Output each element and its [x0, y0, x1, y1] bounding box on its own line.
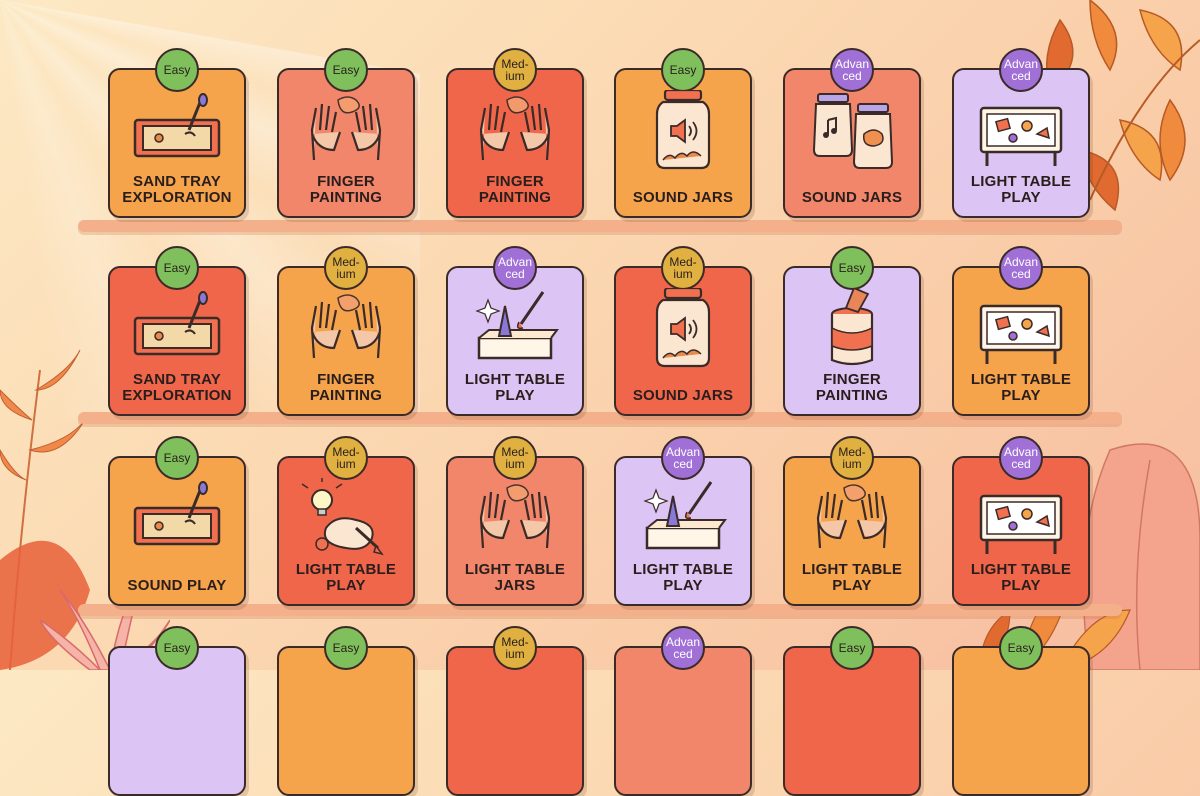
hands-icon: [465, 90, 565, 170]
difficulty-badge: Med-ium: [493, 436, 537, 480]
difficulty-badge: Med-ium: [324, 436, 368, 480]
activity-card[interactable]: Advan ced: [614, 626, 752, 796]
none-icon: [465, 668, 565, 748]
activity-card[interactable]: Advan ced LIGHT TABLE PLAY: [614, 436, 752, 606]
difficulty-badge: Easy: [830, 246, 874, 290]
hands-icon: [296, 288, 396, 368]
sandtray-icon: [127, 90, 227, 170]
activity-label: LIGHT TABLE PLAY: [970, 371, 1072, 404]
difficulty-badge: Med-ium: [324, 246, 368, 290]
sandtray-icon: [127, 478, 227, 558]
activity-label: FINGER PAINTING: [309, 173, 383, 206]
activity-label: LIGHT TABLE PLAY: [295, 561, 397, 594]
difficulty-badge: Easy: [830, 626, 874, 670]
difficulty-badge: Med-ium: [493, 48, 537, 92]
difficulty-badge: Advan ced: [493, 246, 537, 290]
difficulty-badge: Easy: [155, 626, 199, 670]
sandtray-icon: [127, 288, 227, 368]
activity-card[interactable]: Easy: [952, 626, 1090, 796]
difficulty-badge: Advan ced: [661, 436, 705, 480]
activity-label: SOUND JARS: [632, 387, 734, 404]
none-icon: [802, 668, 902, 748]
lighttable-icon: [971, 478, 1071, 558]
hands-icon: [296, 90, 396, 170]
activity-card[interactable]: Advan ced LIGHT TABLE PLAY: [952, 48, 1090, 218]
activity-label: SAND TRAY EXPLORATION: [122, 371, 232, 404]
leaves-left-decoration: [0, 349, 90, 670]
activity-card[interactable]: Med-ium: [446, 626, 584, 796]
difficulty-badge: Med-ium: [830, 436, 874, 480]
activity-label: LIGHT TABLE PLAY: [464, 371, 566, 404]
none-icon: [971, 668, 1071, 748]
hands-icon: [465, 478, 565, 558]
activity-card[interactable]: Med-ium FINGER PAINTING: [446, 48, 584, 218]
difficulty-badge: Easy: [324, 626, 368, 670]
activity-card[interactable]: Easy SAND TRAY EXPLORATION: [108, 246, 246, 416]
box-icon: [633, 478, 733, 558]
activity-card[interactable]: Advan ced LIGHT TABLE PLAY: [952, 246, 1090, 416]
activity-card[interactable]: Easy SAND TRAY EXPLORATION: [108, 48, 246, 218]
difficulty-badge: Advan ced: [999, 246, 1043, 290]
activity-card[interactable]: Easy SOUND PLAY: [108, 436, 246, 606]
difficulty-badge: Med-ium: [661, 246, 705, 290]
none-icon: [296, 668, 396, 748]
activity-card[interactable]: Easy: [277, 626, 415, 796]
hands-icon: [802, 478, 902, 558]
activity-label: LIGHT TABLE JARS: [464, 561, 566, 594]
activity-card[interactable]: Advan ced LIGHT TABLE PLAY: [446, 246, 584, 416]
activity-label: SOUND JARS: [801, 189, 903, 206]
activity-label: SAND TRAY EXPLORATION: [122, 173, 232, 206]
difficulty-badge: Advan ced: [999, 436, 1043, 480]
lighttable-icon: [971, 90, 1071, 170]
activity-label: FINGER PAINTING: [478, 173, 552, 206]
activity-card[interactable]: Med-ium LIGHT TABLE PLAY: [277, 436, 415, 606]
activity-card[interactable]: Med-ium LIGHT TABLE PLAY: [783, 436, 921, 606]
activity-card[interactable]: Med-ium LIGHT TABLE JARS: [446, 436, 584, 606]
bulb-icon: [296, 478, 396, 558]
activity-label: SOUND PLAY: [127, 577, 227, 594]
difficulty-badge: Easy: [155, 48, 199, 92]
difficulty-badge: Advan ced: [661, 626, 705, 670]
box-icon: [465, 288, 565, 368]
activity-card[interactable]: Med-ium FINGER PAINTING: [277, 246, 415, 416]
activity-label: LIGHT TABLE PLAY: [801, 561, 903, 594]
activity-card[interactable]: Easy: [108, 626, 246, 796]
activity-card[interactable]: Easy FINGER PAINTING: [277, 48, 415, 218]
activity-label: LIGHT TABLE PLAY: [632, 561, 734, 594]
difficulty-badge: Easy: [155, 436, 199, 480]
none-icon: [633, 668, 733, 748]
difficulty-badge: Advan ced: [999, 48, 1043, 92]
difficulty-badge: Easy: [661, 48, 705, 92]
jars-icon: [802, 90, 902, 170]
activity-card[interactable]: Easy SOUND JARS: [614, 48, 752, 218]
difficulty-badge: Med-ium: [493, 626, 537, 670]
can-icon: [802, 286, 902, 368]
difficulty-badge: Easy: [999, 626, 1043, 670]
activity-label: LIGHT TABLE PLAY: [970, 173, 1072, 206]
difficulty-badge: Easy: [155, 246, 199, 290]
activity-label: FINGER PAINTING: [309, 371, 383, 404]
shelf-row-1: [78, 220, 1122, 232]
difficulty-badge: Easy: [324, 48, 368, 92]
activity-label: FINGER PAINTING: [815, 371, 889, 404]
jar-icon: [633, 88, 733, 170]
lighttable-icon: [971, 288, 1071, 368]
activity-card[interactable]: Med-ium SOUND JARS: [614, 246, 752, 416]
activity-label: SOUND JARS: [632, 189, 734, 206]
none-icon: [127, 668, 227, 748]
jar-icon: [633, 286, 733, 368]
activity-card[interactable]: Advan ced SOUND JARS: [783, 48, 921, 218]
activity-card[interactable]: Easy: [783, 626, 921, 796]
activity-card[interactable]: Easy FINGER PAINTING: [783, 246, 921, 416]
activity-card[interactable]: Advan ced LIGHT TABLE PLAY: [952, 436, 1090, 606]
activity-label: LIGHT TABLE PLAY: [970, 561, 1072, 594]
difficulty-badge: Advan ced: [830, 48, 874, 92]
